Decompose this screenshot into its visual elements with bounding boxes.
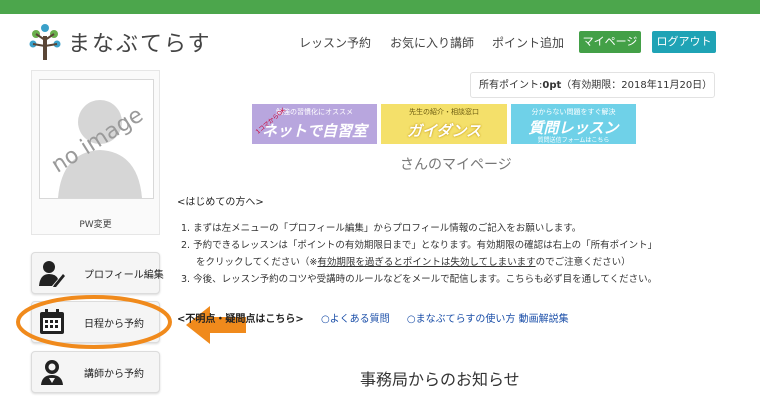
intro-step-2: 2. 予約できるレッスンは「ポイントの有効期限日まで」となります。有効期限の確認… bbox=[181, 240, 658, 251]
nav-lesson-reservation[interactable]: レッスン予約 bbox=[299, 34, 371, 51]
highlight-annotation bbox=[16, 295, 246, 349]
mypage-button[interactable]: マイページ bbox=[579, 31, 641, 53]
banner-question-lesson[interactable]: 分からない問題をすぐ解決 質問レッスン 質問送信フォームはこちら bbox=[511, 104, 636, 144]
points-label: 所有ポイント: bbox=[479, 80, 543, 91]
faq-link[interactable]: ○よくある質問 bbox=[321, 314, 390, 325]
banner-self-study[interactable]: 勉強の習慣化にオススメ 1コマからOK ネットで自習室 bbox=[252, 104, 377, 144]
site-logo[interactable]: まなぶてらす bbox=[28, 22, 212, 62]
logout-button[interactable]: ログアウト bbox=[652, 31, 716, 53]
profile-edit-button[interactable]: プロフィール編集 bbox=[31, 252, 164, 294]
user-edit-icon bbox=[39, 261, 65, 287]
intro-step-2-cont: をクリックしてください（※有効期限を過ぎるとポイントは失効してしまいますのでご注… bbox=[181, 254, 657, 271]
banner-guidance-caption: 先生の紹介・相談窓口 bbox=[409, 108, 479, 116]
intro-step-3: 3. 今後、レッスン予約のコツや受講時のルールなどをメールで配信します。こちらも… bbox=[181, 274, 658, 285]
banner-question-sub: 質問送信フォームはこちら bbox=[537, 137, 610, 144]
faq-heading: <不明点・疑問点はこちら> bbox=[177, 314, 304, 325]
howto-video-link[interactable]: ○まなぶてらすの使い方 動画解説集 bbox=[407, 314, 569, 325]
nav-add-points[interactable]: ポイント追加 bbox=[492, 34, 564, 51]
pw-change-link[interactable]: PW変更 bbox=[32, 217, 159, 230]
faq-section: <不明点・疑問点はこちら> ○よくある質問 ○まなぶてらすの使い方 動画解説集 bbox=[177, 310, 569, 325]
intro-step-2-warning: 有効期限を過ぎるとポイントは失効してしまいます bbox=[317, 257, 536, 268]
teacher-icon bbox=[41, 360, 63, 385]
avatar: no image bbox=[39, 79, 154, 199]
intro-step-1: 1. まずは左メニューの「プロフィール編集」からプロフィール情報のご記入をお願い… bbox=[181, 223, 582, 234]
intro-heading: <はじめての方へ> bbox=[177, 197, 264, 208]
banner-question-caption: 分からない問題をすぐ解決 bbox=[531, 108, 616, 116]
intro-step-2-post: のでご注意ください） bbox=[535, 257, 631, 268]
top-accent-bar bbox=[0, 0, 760, 14]
points-summary[interactable]: 所有ポイント:0pt（有効期限：2018年11月20日） bbox=[470, 72, 715, 98]
logo-text: まなぶてらす bbox=[68, 32, 212, 57]
profile-edit-label: プロフィール編集 bbox=[84, 270, 164, 281]
banner-guidance[interactable]: 先生の紹介・相談窓口 ガイダンス bbox=[381, 104, 507, 144]
banner-self-study-title: ネットで自習室 bbox=[261, 122, 367, 140]
points-value: 0pt bbox=[542, 80, 562, 91]
teacher-reservation-label: 講師から予約 bbox=[84, 369, 144, 380]
notice-heading: 事務局からのお知らせ bbox=[360, 370, 520, 389]
points-expiry: （有効期限：2018年11月20日） bbox=[561, 80, 713, 91]
intro-step-2-pre: をクリックしてください（※ bbox=[196, 257, 318, 268]
nav-favorite-teachers[interactable]: お気に入り講師 bbox=[390, 34, 474, 51]
tree-logo-icon bbox=[29, 24, 61, 60]
banner-guidance-title: ガイダンス bbox=[406, 122, 482, 140]
intro-steps: 1. まずは左メニューの「プロフィール編集」からプロフィール情報のご記入をお願い… bbox=[181, 220, 657, 288]
profile-card: no image PW変更 bbox=[31, 70, 160, 235]
page-title: さんのマイページ bbox=[400, 157, 512, 173]
